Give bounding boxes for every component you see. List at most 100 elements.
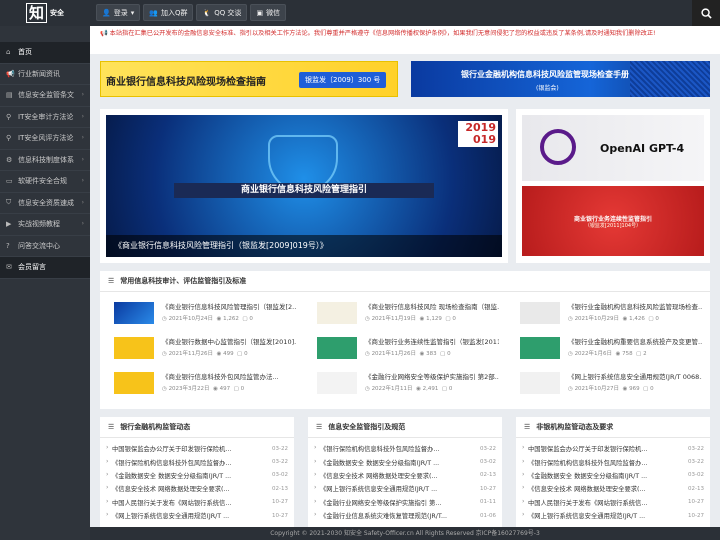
guide-thumbnail[interactable] [317,372,357,394]
list-item-title[interactable]: 《金融行业信息系统灾难恢复管理规范(JR/T... [314,511,474,520]
list-item-title[interactable]: 《信息安全技术 网络数据处理安全要求(... [522,484,682,493]
sidebar-item-compliance[interactable]: ▭ 软硬件安全合规 › [0,171,90,193]
list-item[interactable]: 《银行保险机构信息科技外包风险监督办... 03-22 [516,455,710,468]
banner-inspection-guide[interactable]: 商业银行信息科技风险现场检查指南 银监发〔2009〕300 号 [100,61,398,97]
sidebar-item-regulations[interactable]: ▤ 信息安全监管条文 › [0,85,90,107]
site-logo[interactable]: 知 安全 [26,3,74,23]
list-item-title[interactable]: 《银行保险机构信息科技外包风险监督办... [522,458,682,467]
list-item[interactable]: 中国人民银行关于发布《网站银行系统信... 10-27 [100,496,294,509]
search-button[interactable] [692,0,720,26]
list-item-title[interactable]: 《金融数据安全 数据安全分级指南(JR/T ... [106,471,266,480]
section-header: ☰ 银行金融机构监管动态 [100,417,294,438]
guide-thumbnail[interactable] [520,372,560,394]
guide-title[interactable]: 《商业银行业务连续性监管指引（银监发[2011]... [365,336,499,346]
chevron-down-icon: ▾ [130,8,135,17]
list-item-title[interactable]: 《银行保险机构信息科技外包风险监督办... [106,458,266,467]
guide-title[interactable]: 《商业银行数据中心监管指引（银监发[2010]... [162,336,296,346]
guide-title[interactable]: 《商业银行信息科技外包风险监管办法... [162,371,296,381]
sidebar-item-policy-system[interactable]: ⚙ 信息科技制度体系 › [0,150,90,171]
list-item-title[interactable]: 中国银保监会办公厅关于印发银行保险机... [522,444,682,453]
guide-item[interactable]: 《银行业金融机构重要信息系统投产及变更管... ◷ 2022年1月6日 ◉ 75… [506,333,702,365]
list-item[interactable]: 《信息安全技术 网络数据处理安全要求(... 02-13 [308,469,502,482]
slide-image[interactable]: 2019 019 商业银行信息科技风险管理指引 《商业银行信息科技风险管理指引（银… [106,115,502,257]
guide-meta: ◷ 2022年1月6日 ◉ 758 ▢ 2 [568,351,647,357]
guide-thumbnail[interactable] [317,337,357,359]
footer: Copyright © 2021-2030 知安全 Safety-Officer… [90,527,720,540]
list-item[interactable]: 中国银保监会办公厅关于印发银行保险机... 03-22 [100,442,294,455]
qq-chat-button[interactable]: 🐧 QQ 交谈 [196,4,248,21]
login-button[interactable]: 👤 登录 ▾ [96,4,141,21]
list-item-title[interactable]: 《信息安全技术 网络数据处理安全要求(... [314,471,474,480]
sidebar-item-home[interactable]: ⌂ 首页 [0,42,90,64]
guide-item[interactable]: 《商业银行信息科技风险管理指引（银监发[2... ◷ 2021年10月24日 ◉… [100,298,296,330]
ad-openai[interactable]: OpenAI GPT-4 [522,115,704,181]
monitor-icon: ▭ [6,177,13,186]
list-item-date: 03-22 [272,459,288,466]
guide-item[interactable]: 《银行业金融机构信息科技风险监管现场检查... ◷ 2021年10月29日 ◉ … [506,298,702,330]
list-item[interactable]: 《金融数据安全 数据安全分级指南(JR/T ... 03-02 [516,469,710,482]
sidebar-item-messages[interactable]: ✉ 会员留言 [0,257,90,279]
list-item[interactable]: 《网上银行系统信息安全通用规范(JR/T ... 10-27 [516,509,710,522]
guide-title[interactable]: 《银行业金融机构信息科技风险监管现场检查... [568,301,702,311]
list-item-title[interactable]: 《金融数据安全 数据安全分级指南(JR/T ... [314,458,474,467]
list-item[interactable]: 《金融行业网络安全等级保护实施指引 第... 01-11 [308,496,502,509]
sidebar-item-risk-methodology[interactable]: ⚲ IT安全风评方法论 › [0,128,90,150]
section-header: ☰ 信息安全监管指引及规范 [308,417,502,438]
guide-title[interactable]: 《金融行业网络安全等级保护实施指引 第2部... [365,371,499,381]
list-item[interactable]: 《信息安全技术 网络数据处理安全要求(... 02-13 [100,482,294,495]
list-item-date: 01-06 [480,512,496,519]
sidebar-item-videos[interactable]: ▶ 实战视频教程 › [0,214,90,236]
list-item-title[interactable]: 中国人民银行关于发布《网站银行系统信... [522,498,682,507]
wechat-button[interactable]: ▣ 微信 [250,4,287,21]
list-item[interactable]: 《银行保险机构信息科技外包风险监督办... 03-22 [100,455,294,468]
sidebar-item-qa[interactable]: ? 问答交流中心 [0,236,90,257]
list-item-title[interactable]: 《金融行业网络安全等级保护实施指引 第... [314,498,474,507]
guide-title[interactable]: 《商业银行信息科技风险 现场检查指南（银监... [365,301,499,311]
guide-thumbnail[interactable] [114,337,154,359]
list-item-title[interactable]: 《网上银行系统信息安全通用规范(JR/T ... [314,484,474,493]
guide-thumbnail[interactable] [317,302,357,324]
guide-item[interactable]: 《网上银行系统信息安全通用规范(JR/T 0068... ◷ 2021年10月2… [506,368,702,400]
guide-item[interactable]: 《商业银行信息科技风险 现场检查指南（银监... ◷ 2021年11月19日 ◉… [303,298,499,330]
list-item[interactable]: 《信息安全技术 网络数据处理安全要求(... 02-13 [516,482,710,495]
list-item-title[interactable]: 《网上银行系统信息安全通用规范(JR/T ... [106,511,266,520]
guide-title[interactable]: 《银行业金融机构重要信息系统投产及变更管... [568,336,702,346]
list-item[interactable]: 《金融数据安全 数据安全分级指南(JR/T ... 03-02 [100,469,294,482]
slide-image-title: 商业银行信息科技风险管理指引 [174,183,434,198]
list-item-title[interactable]: 《银行保险机构信息科技外包风险监督办... [314,444,474,453]
guide-title[interactable]: 《商业银行信息科技风险管理指引（银监发[2... [162,301,296,311]
chevron-right-icon: › [81,198,84,206]
guide-title[interactable]: 《网上银行系统信息安全通用规范(JR/T 0068... [568,371,702,381]
banner-pattern [630,61,710,97]
list-item[interactable]: 《网上银行系统信息安全通用规范(JR/T ... 10-27 [308,482,502,495]
section-title: 银行金融机构监管动态 [120,423,191,431]
list-item[interactable]: 《银行保险机构信息科技外包风险监督办... 03-22 [308,442,502,455]
list-item-title[interactable]: 中国人民银行关于发布《网站银行系统信... [106,498,266,507]
guide-thumbnail[interactable] [520,337,560,359]
guide-thumbnail[interactable] [114,302,154,324]
guide-item[interactable]: 《商业银行数据中心监管指引（银监发[2010]... ◷ 2021年11月26日… [100,333,296,365]
guide-item[interactable]: 《金融行业网络安全等级保护实施指引 第2部... ◷ 2022年1月11日 ◉ … [303,368,499,400]
list-item-title[interactable]: 《信息安全技术 网络数据处理安全要求(... [106,484,266,493]
list-item-title[interactable]: 《金融数据安全 数据安全分级指南(JR/T ... [522,471,682,480]
list-item[interactable]: 《网上银行系统信息安全通用规范(JR/T ... 10-27 [100,509,294,522]
guide-item[interactable]: 《商业银行业务连续性监管指引（银监发[2011]... ◷ 2021年11月26… [303,333,499,365]
search-icon [700,7,712,19]
list-item[interactable]: 《金融行业信息系统灾难恢复管理规范(JR/T... 01-06 [308,509,502,522]
guide-thumbnail[interactable] [114,372,154,394]
slide-caption[interactable]: 《商业银行信息科技风险管理指引（银监发[2009]019号）》 [106,235,502,257]
list-item-title[interactable]: 中国银保监会办公厅关于印发银行保险机... [106,444,266,453]
ad-business-continuity[interactable]: 商业银行业务连续性监管指引 （银监发[2011]104号） [522,186,704,256]
sidebar-item-certification[interactable]: ⛉ 信息安全资质速成 › [0,193,90,214]
guide-item[interactable]: 《商业银行信息科技外包风险监管办法... ◷ 2023年3月22日 ◉ 497 … [100,368,296,400]
guide-thumbnail[interactable] [520,302,560,324]
list-item-title[interactable]: 《网上银行系统信息安全通用规范(JR/T ... [522,511,682,520]
join-qq-group-button[interactable]: 👥 加入Q群 [143,4,194,21]
sidebar-item-news[interactable]: 📢 行业新闻资讯 [0,64,90,85]
sidebar-item-audit-methodology[interactable]: ⚲ IT安全审计方法论 › [0,107,90,128]
list-item-date: 03-02 [480,459,496,466]
banner-inspection-manual[interactable]: 银行业金融机构信息科技风险监管现场检查手册 (银监会) [411,61,710,97]
list-item[interactable]: 《金融数据安全 数据安全分级指南(JR/T ... 03-02 [308,455,502,468]
list-item[interactable]: 中国银保监会办公厅关于印发银行保险机... 03-22 [516,442,710,455]
list-item[interactable]: 中国人民银行关于发布《网站银行系统信... 10-27 [516,496,710,509]
